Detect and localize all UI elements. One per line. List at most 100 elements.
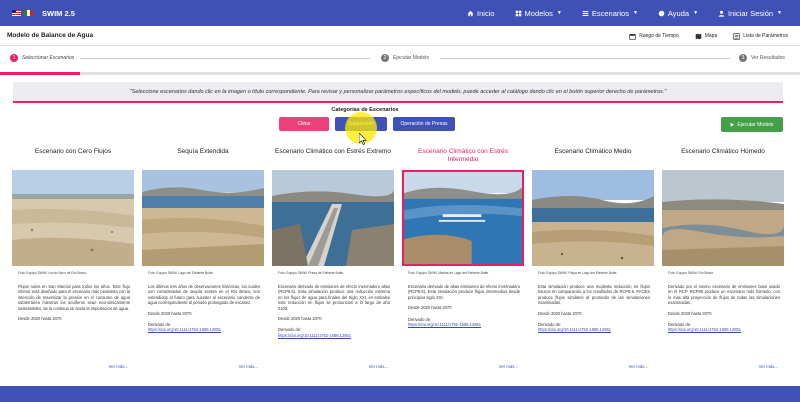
category-dam-operation-button[interactable]: Operación de Presas	[393, 117, 455, 131]
chevron-down-icon: ▼	[693, 10, 699, 16]
nav-item-label: Iniciar Sesión	[728, 8, 774, 18]
card-image[interactable]	[532, 170, 654, 266]
card-doi-link[interactable]: https://doi.org/10.1111/1752-1688.12851	[148, 327, 260, 332]
card-doi-link[interactable]: https://doi.org/10.1111/1752-1688.12851	[668, 327, 780, 332]
run-model-button[interactable]: ▶ Ejecutar Modelo	[721, 117, 783, 132]
see-more-link[interactable]: Ver más...	[109, 364, 128, 369]
card-description: Los últimos tres años de observaciones h…	[148, 284, 260, 333]
nav-item-ayuda[interactable]: Ayuda ▼	[658, 9, 698, 18]
card-description: Esta simulación produce una modesta redu…	[538, 284, 650, 333]
step-connector	[440, 58, 730, 59]
card-title[interactable]: Sequía Extendida	[142, 146, 264, 166]
card-period: Desde 2020 hasta 2070	[148, 310, 192, 316]
step-number: 2	[381, 54, 389, 62]
chevron-down-icon: ▼	[777, 10, 782, 16]
card-description: Escenario derivado de emisiones de efect…	[278, 284, 390, 338]
step-3[interactable]: 3 Ver Resultados	[739, 54, 785, 62]
header-actions: Rango de Tiempo Mapa Lista de Parámetros	[629, 26, 788, 46]
see-more-link[interactable]: Ver más...	[499, 364, 518, 369]
brand[interactable]: SWIM 2.5	[12, 9, 75, 18]
card-image[interactable]	[402, 170, 524, 266]
calendar-icon	[629, 33, 636, 40]
chevron-down-icon: ▼	[556, 10, 562, 16]
card-doi-link[interactable]: https://doi.org/10.1111/1752-1688.12851	[538, 327, 650, 332]
step-label: Ejecutar Modelo	[393, 55, 430, 61]
card-title[interactable]: Escenario con Cero Flujos	[12, 146, 134, 166]
nav-item-label: Modelos	[524, 8, 553, 18]
card-image[interactable]	[142, 170, 264, 266]
photo-credit: Foto: Equipo SWIM. Presa de Elefante But…	[278, 271, 345, 275]
card-title[interactable]: Escenario Climático Húmedo	[662, 146, 784, 166]
dry-riverbed-photo	[12, 170, 134, 266]
card-period: Desde 2020 hasta 2070	[18, 315, 62, 321]
app-title[interactable]: SWIM 2.5	[42, 9, 75, 18]
parameter-list-label: Lista de Parámetros	[743, 33, 788, 39]
scenario-card-intermediate-stress[interactable]: Escenario Climático con Estrés Intermedi…	[402, 146, 524, 374]
instructions-notice: "Seleccione escenarios dando clic en la …	[13, 82, 783, 103]
us-flag-icon[interactable]	[12, 10, 21, 16]
step-number: 1	[10, 54, 18, 62]
card-period: Desde 2020 hasta 2070	[408, 305, 452, 311]
scenario-cards: Escenario con Cero Flujos Foto: Equipo S…	[12, 146, 788, 374]
card-doi-link[interactable]: https://doi.org/10.1111/1752-1688.12851	[408, 322, 520, 327]
mx-flag-icon[interactable]	[24, 10, 33, 16]
see-more-link[interactable]: Ver más...	[759, 364, 778, 369]
page-header: Modelo de Balance de Agua Rango de Tiemp…	[0, 26, 800, 46]
run-model-label: Ejecutar Modelo	[737, 121, 774, 128]
step-label: Seleccionar Escenarios	[22, 55, 75, 61]
card-title[interactable]: Escenario Climático Medio	[532, 146, 654, 166]
photo-credit: Foto: Equipo SWIM. Lago del Elefante But…	[148, 271, 214, 275]
map-button[interactable]: Mapa	[695, 33, 718, 40]
card-description: Escenario derivado de altas emisiones de…	[408, 284, 520, 327]
card-period: Desde 2020 hasta 2070	[668, 310, 712, 316]
map-icon	[695, 33, 702, 39]
reservoir-drought-photo	[142, 170, 264, 266]
scenario-card-zero-flow[interactable]: Escenario con Cero Flujos Foto: Equipo S…	[12, 146, 134, 374]
photo-credit: Foto: Equipo SWIM. Marina de Lago del El…	[408, 271, 490, 275]
card-period: Desde 2020 hasta 2070	[538, 310, 582, 316]
card-description-text: Derivado por el mismo escenario de emisi…	[668, 284, 780, 306]
card-title[interactable]: Escenario Climático con Estrés Intermedi…	[402, 146, 524, 166]
top-navbar: SWIM 2.5 Inicio Modelos ▼ Escenarios ▼ A…	[0, 0, 800, 26]
time-range-label: Rango de Tiempo	[639, 33, 679, 39]
parameter-list-button[interactable]: Lista de Parámetros	[733, 32, 788, 40]
nav-item-modelos[interactable]: Modelos ▼	[515, 9, 562, 18]
see-more-link[interactable]: Ver más...	[239, 364, 258, 369]
step-number: 3	[739, 54, 747, 62]
photo-credit: Foto: Equipo SWIM. Lecho Seco de Río Bra…	[18, 271, 87, 275]
scenario-card-extreme-stress[interactable]: Escenario Climático con Estrés Extremo F…	[272, 146, 394, 374]
nav-item-inicio[interactable]: Inicio	[467, 9, 495, 18]
see-more-link[interactable]: Ver más...	[629, 364, 648, 369]
card-title[interactable]: Escenario Climático con Estrés Extremo	[272, 146, 394, 166]
nav-item-iniciar-sesion[interactable]: Iniciar Sesión ▼	[718, 9, 782, 18]
list-icon	[582, 10, 589, 16]
card-image[interactable]	[662, 170, 784, 266]
step-2[interactable]: 2 Ejecutar Modelo	[381, 54, 429, 62]
nav-item-label: Escenarios	[591, 8, 629, 18]
river-photo	[662, 170, 784, 266]
main-nav: Inicio Modelos ▼ Escenarios ▼ Ayuda ▼ In…	[467, 0, 782, 26]
step-1[interactable]: 1 Seleccionar Escenarios	[10, 54, 74, 62]
bottom-bar	[0, 386, 800, 402]
card-description-text: Escenario derivado de altas emisiones de…	[408, 284, 520, 300]
nav-item-label: Ayuda	[667, 8, 690, 18]
scenario-card-medium-climate[interactable]: Escenario Climático Medio Foto: Equipo S…	[532, 146, 654, 374]
time-range-button[interactable]: Rango de Tiempo	[629, 33, 679, 40]
card-description-text: Flujos nulos en San Marcial para todos l…	[18, 284, 130, 311]
stepper: 1 Seleccionar Escenarios 2 Ejecutar Mode…	[0, 52, 800, 68]
scenario-card-extended-drought[interactable]: Sequía Extendida Foto: Equipo SWIM. Lago…	[142, 146, 264, 374]
step-label: Ver Resultados	[751, 55, 785, 61]
card-description: Flujos nulos en San Marcial para todos l…	[18, 284, 130, 321]
scenario-card-wet-climate[interactable]: Escenario Climático Húmedo Foto: Equipo …	[662, 146, 784, 374]
card-image[interactable]	[12, 170, 134, 266]
nav-item-escenarios[interactable]: Escenarios ▼	[582, 9, 638, 18]
card-image[interactable]	[272, 170, 394, 266]
card-doi-link[interactable]: https://doi.org/10.1111/1752-1688.12851	[278, 333, 390, 338]
card-description: Derivado por el mismo escenario de emisi…	[668, 284, 780, 333]
map-label: Mapa	[704, 33, 718, 39]
home-icon	[467, 10, 474, 16]
category-clima-button[interactable]: Clima	[279, 117, 329, 131]
notice-text: "Seleccione escenarios dando clic en la …	[129, 88, 667, 95]
nav-item-label: Inicio	[477, 8, 495, 18]
see-more-link[interactable]: Ver más...	[369, 364, 388, 369]
